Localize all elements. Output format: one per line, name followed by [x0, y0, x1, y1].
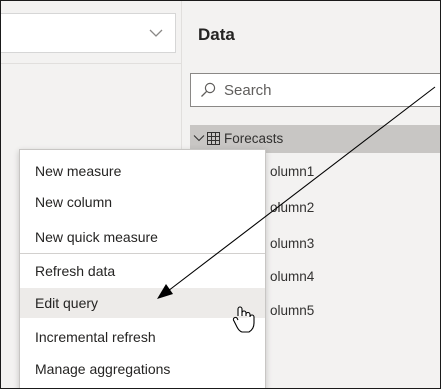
- menu-separator: [20, 253, 265, 254]
- field-item[interactable]: olumn3: [270, 236, 314, 251]
- pane-title: Data: [198, 25, 235, 44]
- table-icon: [207, 132, 220, 145]
- search-icon: [201, 82, 216, 97]
- context-menu: New measure New column New quick measure…: [19, 149, 266, 388]
- menu-item-manage-aggregations[interactable]: Manage aggregations: [20, 354, 265, 384]
- field-item[interactable]: olumn4: [270, 269, 314, 284]
- dropdown-select[interactable]: [1, 13, 176, 53]
- menu-item-new-measure[interactable]: New measure: [20, 156, 265, 186]
- chevron-down-icon[interactable]: [193, 132, 205, 144]
- field-item[interactable]: olumn5: [270, 303, 314, 318]
- search-input[interactable]: Search: [190, 73, 440, 107]
- menu-item-incremental-refresh[interactable]: Incremental refresh: [20, 322, 265, 352]
- field-item[interactable]: olumn1: [270, 164, 314, 179]
- window: Data Search Forecasts olumn1 olumn2 olum…: [0, 0, 441, 389]
- field-item[interactable]: olumn2: [270, 200, 314, 215]
- divider: [1, 63, 181, 64]
- chevron-down-icon: [149, 29, 163, 37]
- search-placeholder: Search: [224, 82, 272, 99]
- menu-item-refresh-data[interactable]: Refresh data: [20, 256, 265, 286]
- menu-item-new-column[interactable]: New column: [20, 187, 265, 217]
- menu-item-new-quick-measure[interactable]: New quick measure: [20, 222, 265, 252]
- menu-item-edit-query[interactable]: Edit query: [20, 288, 265, 318]
- table-name: Forecasts: [224, 131, 284, 146]
